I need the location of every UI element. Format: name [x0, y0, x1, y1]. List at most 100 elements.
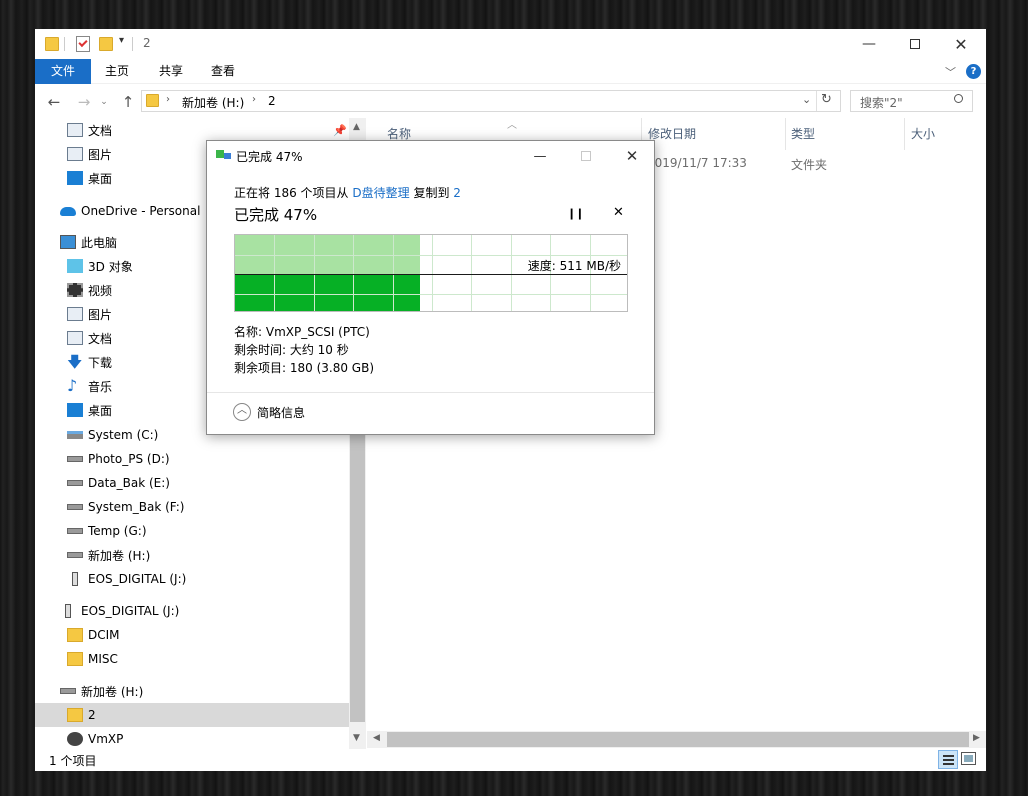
sidebar-item[interactable]: EOS_DIGITAL (J:) [35, 599, 349, 623]
sidebar-item[interactable]: EOS_DIGITAL (J:) [35, 567, 349, 591]
3d-objects-icon [67, 259, 83, 273]
drive-icon [67, 480, 83, 486]
sidebar-item[interactable]: 新加卷 (H:) [35, 679, 349, 703]
breadcrumb-drive[interactable]: 新加卷 (H:) [182, 94, 244, 111]
forward-button[interactable]: → [73, 87, 95, 117]
hscroll-thumb[interactable] [387, 732, 969, 747]
sidebar-item-label: EOS_DIGITAL (J:) [81, 604, 180, 618]
address-bar[interactable]: › 新加卷 (H:) › 2 ⌄ ↻ [141, 90, 841, 112]
item-count: 1 个项目 [49, 754, 97, 768]
sidebar-item-label: 视频 [88, 283, 113, 298]
sidebar-item[interactable]: Data_Bak (E:) [35, 471, 349, 495]
close-button[interactable]: ✕ [938, 29, 984, 59]
graph-gridline [235, 293, 627, 295]
sidebar-item-label: OneDrive - Personal [81, 204, 201, 218]
column-size[interactable]: 大小 [911, 118, 935, 150]
divider [132, 37, 133, 51]
dialog-close-button[interactable]: ✕ [609, 141, 655, 171]
sidebar-item-label: 下载 [88, 355, 113, 370]
sidebar-item[interactable]: System_Bak (F:) [35, 495, 349, 519]
search-box[interactable]: 搜索"2" [850, 90, 973, 112]
column-separator [904, 118, 905, 150]
scroll-down-icon[interactable]: ▼ [353, 733, 360, 743]
sidebar-item-label: 图片 [88, 307, 113, 322]
file-list-hscrollbar[interactable]: ◀ ▶ [367, 731, 986, 748]
sidebar-item[interactable]: MISC [35, 647, 349, 671]
recent-locations-icon[interactable]: ⌄ [97, 87, 111, 117]
tab-share[interactable]: 共享 [145, 59, 197, 84]
collapse-chevron-icon[interactable]: ︿ [233, 403, 251, 421]
sidebar-item-label: 2 [88, 708, 96, 722]
tab-file[interactable]: 文件 [35, 59, 91, 84]
sidebar-item[interactable]: Photo_PS (D:) [35, 447, 349, 471]
scroll-up-icon[interactable]: ▲ [353, 122, 360, 132]
quick-access-dropdown-icon[interactable]: ▾ [119, 35, 124, 46]
scroll-right-icon[interactable]: ▶ [973, 733, 980, 743]
window-title: 2 [143, 36, 151, 50]
breadcrumb-folder[interactable]: 2 [268, 94, 276, 108]
large-icons-view-icon[interactable] [961, 752, 976, 765]
sidebar-item[interactable]: 文档 📌 [35, 118, 349, 142]
removable-drive-icon [72, 572, 78, 586]
sidebar-item-label: DCIM [88, 628, 120, 642]
sidebar-item[interactable]: Temp (G:) [35, 519, 349, 543]
divider [816, 91, 817, 111]
sidebar-item[interactable]: 新加卷 (H:) [35, 543, 349, 567]
pause-button[interactable]: ❙❙ [567, 207, 584, 220]
folder-icon [67, 628, 83, 642]
sidebar-item[interactable]: DCIM [35, 623, 349, 647]
properties-icon[interactable] [76, 36, 90, 52]
this-pc-icon [60, 235, 76, 249]
scroll-left-icon[interactable]: ◀ [373, 733, 380, 743]
title-bar: ▾ 2 — ✕ [35, 29, 986, 59]
tab-home[interactable]: 主页 [91, 59, 143, 84]
dialog-title: 已完成 47% [236, 150, 303, 164]
ribbon: 文件 主页 共享 查看 ﹀ ? [35, 59, 986, 84]
less-details-button[interactable]: 简略信息 [257, 404, 305, 421]
dialog-minimize-button[interactable]: — [517, 141, 563, 171]
back-button[interactable]: ← [43, 87, 65, 117]
copy-icon [216, 150, 224, 158]
minimize-button[interactable]: — [846, 29, 892, 59]
divider [207, 392, 654, 393]
sidebar-item-label: 新加卷 (H:) [81, 684, 144, 699]
address-dropdown-icon[interactable]: ⌄ [802, 93, 811, 106]
column-date[interactable]: 修改日期 [648, 118, 696, 150]
search-input[interactable]: 搜索"2" [860, 94, 903, 111]
refresh-icon[interactable]: ↻ [821, 92, 832, 107]
sidebar-item-label: VmXP [88, 732, 124, 746]
sidebar-item-label: 图片 [88, 147, 113, 162]
items-remaining: 剩余项目: 180 (3.80 GB) [234, 361, 375, 375]
dialog-maximize-button [563, 141, 609, 171]
drive-icon [67, 552, 83, 558]
column-type[interactable]: 类型 [791, 118, 815, 150]
progress-heading: 已完成 47% [234, 206, 318, 224]
sidebar-item-label: 此电脑 [81, 235, 118, 250]
source-link[interactable]: D盘待整理 [352, 186, 409, 200]
file-name: 名称: VmXP_SCSI (PTC) [234, 325, 370, 339]
copy-arrow-icon [224, 153, 231, 159]
drive-icon [67, 528, 83, 534]
transfer-graph: 速度: 511 MB/秒 [234, 234, 628, 312]
desktop-icon [67, 171, 83, 185]
expand-ribbon-icon[interactable]: ﹀ [945, 64, 956, 80]
documents-icon [67, 123, 83, 137]
tab-view[interactable]: 查看 [197, 59, 249, 84]
pin-icon[interactable]: 📌 [333, 124, 347, 137]
destination-link[interactable]: 2 [453, 186, 461, 200]
vm-drive-icon [67, 732, 83, 746]
maximize-button[interactable] [892, 29, 938, 59]
sidebar-item[interactable]: VmXP [35, 727, 349, 751]
sidebar-item[interactable]: 2 [35, 703, 349, 727]
sidebar-item-label: System (C:) [88, 428, 159, 442]
downloads-icon: 🡇 [67, 353, 83, 371]
copy-mid: 复制到 [413, 186, 450, 200]
new-folder-icon[interactable] [99, 37, 113, 51]
drive-icon [67, 504, 83, 510]
up-button[interactable]: ↑ [117, 87, 139, 117]
search-icon[interactable] [954, 94, 963, 103]
cancel-button[interactable]: ✕ [613, 205, 624, 220]
details-view-icon[interactable] [938, 750, 958, 769]
onedrive-icon [60, 206, 76, 216]
help-icon[interactable]: ? [966, 64, 981, 79]
